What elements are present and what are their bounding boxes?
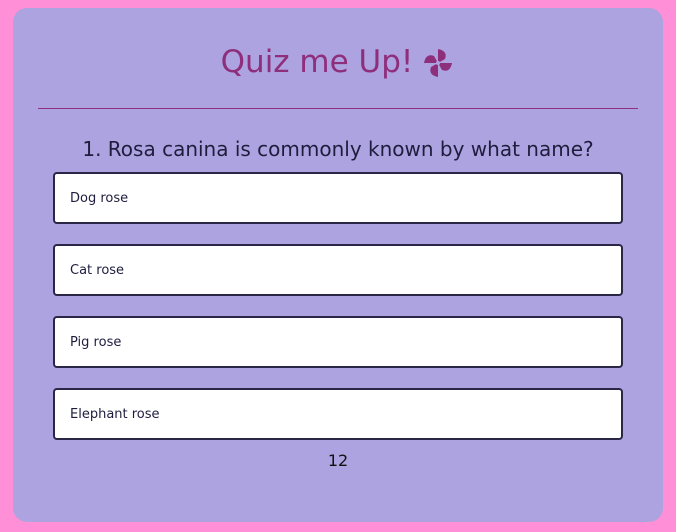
answer-list: Dog rose Cat rose Pig rose Elephant rose [53, 172, 623, 440]
page-title: Quiz me Up! [220, 44, 414, 80]
quiz-card: Quiz me Up! 1. Rosa canina is commonly k… [13, 8, 663, 522]
answer-option-pig-rose[interactable]: Pig rose [53, 316, 623, 368]
timer-counter: 12 [327, 451, 349, 470]
answer-option-cat-rose[interactable]: Cat rose [53, 244, 623, 296]
pinwheel-icon [421, 46, 455, 80]
question-text: 1. Rosa canina is commonly known by what… [82, 137, 594, 161]
answer-option-elephant-rose[interactable]: Elephant rose [53, 388, 623, 440]
header: Quiz me Up! [13, 38, 663, 86]
answer-option-dog-rose[interactable]: Dog rose [53, 172, 623, 224]
header-divider [38, 108, 638, 109]
